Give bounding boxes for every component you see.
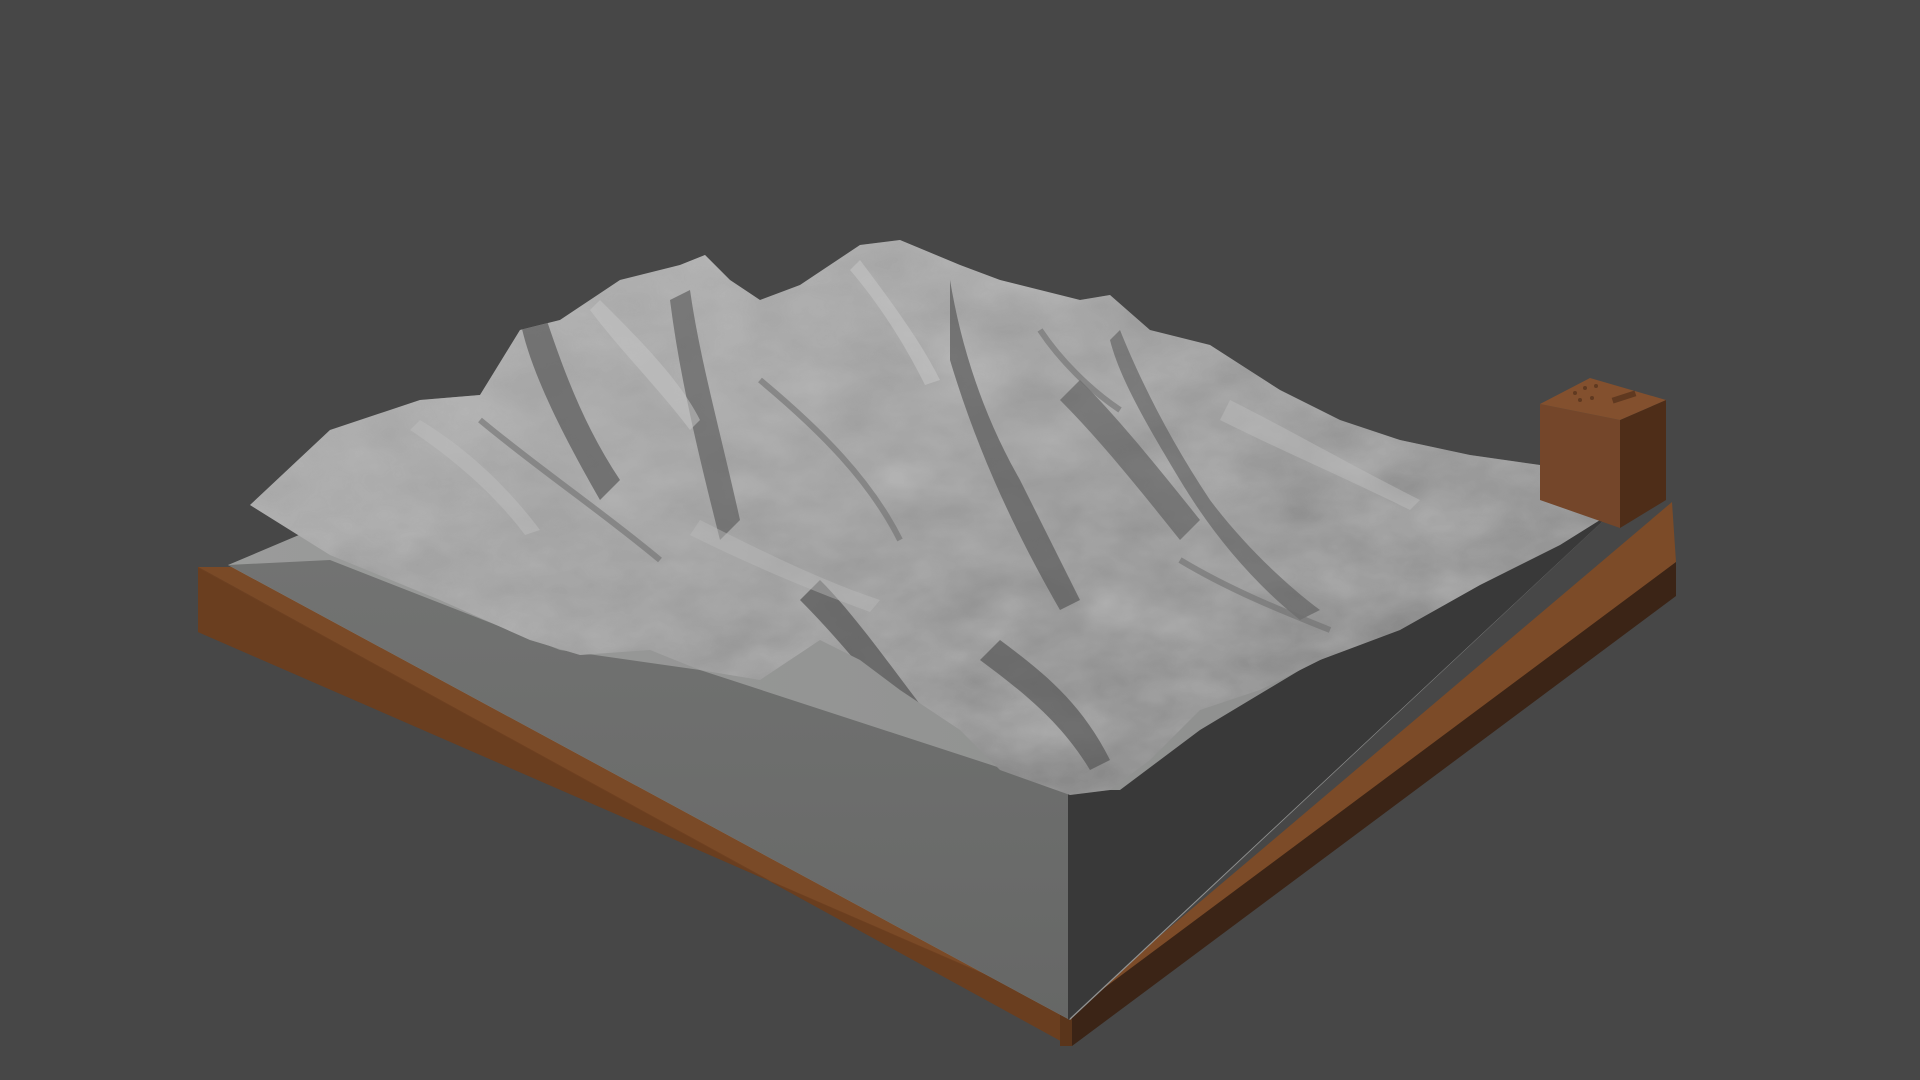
- pillar-side: [1620, 400, 1666, 528]
- label-pillar: [1540, 378, 1666, 528]
- 3d-viewport[interactable]: [0, 0, 1920, 1080]
- scene-canvas[interactable]: [0, 0, 1920, 1080]
